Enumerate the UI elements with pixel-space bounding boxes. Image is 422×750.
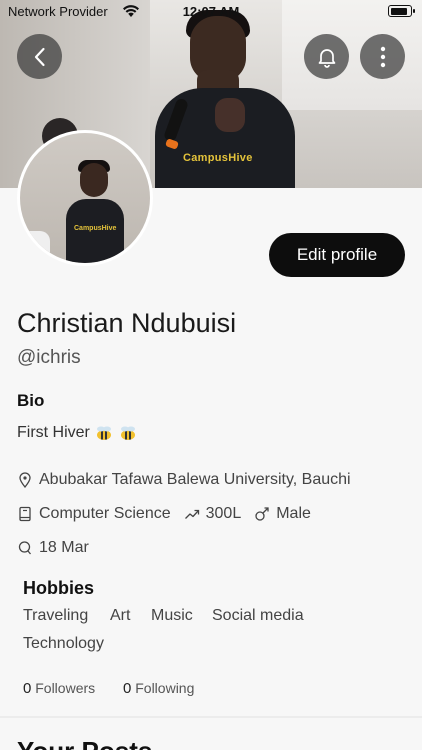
bee-emoji-icon <box>118 425 138 441</box>
book-icon <box>17 506 33 522</box>
hobby-item: Traveling <box>23 607 89 624</box>
birthday-text: 18 Mar <box>39 539 89 556</box>
university-text: Abubakar Tafawa Balewa University, Bauch… <box>39 471 351 488</box>
bell-icon <box>316 46 338 68</box>
department-text: Computer Science <box>39 505 171 522</box>
bio-heading: Bio <box>17 391 45 410</box>
notifications-button[interactable] <box>304 34 349 79</box>
profile-name: Christian Ndubuisi <box>17 308 237 338</box>
following-label: Following <box>135 680 195 696</box>
trending-up-icon <box>184 506 200 522</box>
followers-count: 0 <box>23 680 32 697</box>
posts-heading: Your Posts <box>17 736 152 750</box>
hobby-item: Social media <box>212 607 304 624</box>
gender-icon <box>254 506 270 522</box>
bio-text-row: First Hiver <box>17 424 138 442</box>
bio-text: First Hiver <box>17 424 90 441</box>
following-link[interactable]: 0 Following <box>123 680 194 697</box>
followers-link[interactable]: 0 Followers <box>23 680 95 697</box>
clock: 12:07 AM <box>182 4 240 19</box>
edit-profile-button[interactable]: Edit profile <box>269 233 405 277</box>
followers-label: Followers <box>35 680 96 696</box>
battery-icon <box>388 5 415 17</box>
cover-shirt-logo: CampusHive <box>183 152 253 164</box>
more-vertical-icon <box>380 46 386 68</box>
location-pin-icon <box>17 472 33 488</box>
avatar[interactable]: CampusHive <box>17 130 153 266</box>
hobbies-heading: Hobbies <box>23 578 95 598</box>
back-button[interactable] <box>17 34 62 79</box>
gender-group: Male <box>254 505 311 523</box>
hobby-item: Art <box>110 607 131 624</box>
birthday-row: 18 Mar <box>17 539 89 557</box>
profile-handle: @ichris <box>17 347 81 368</box>
hobby-item: Technology <box>23 635 104 652</box>
level-group: 300L <box>184 505 242 523</box>
avatar-shirt-logo: CampusHive <box>74 225 117 232</box>
department-group: Computer Science <box>17 505 171 523</box>
chevron-left-icon <box>33 47 47 67</box>
academic-row: Computer Science 300L Male <box>17 505 324 523</box>
following-count: 0 <box>123 680 132 697</box>
profile-screen: CampusHive Network Provider 12:07 AM Cam… <box>0 0 422 750</box>
bee-emoji-icon <box>94 425 114 441</box>
status-bar: Network Provider 12:07 AM <box>0 0 422 24</box>
level-text: 300L <box>205 505 242 522</box>
university-row: Abubakar Tafawa Balewa University, Bauch… <box>17 471 351 489</box>
section-divider <box>0 716 422 718</box>
cake-icon <box>17 540 33 556</box>
gender-text: Male <box>276 505 311 522</box>
more-options-button[interactable] <box>360 34 405 79</box>
hobby-item: Music <box>151 607 193 624</box>
